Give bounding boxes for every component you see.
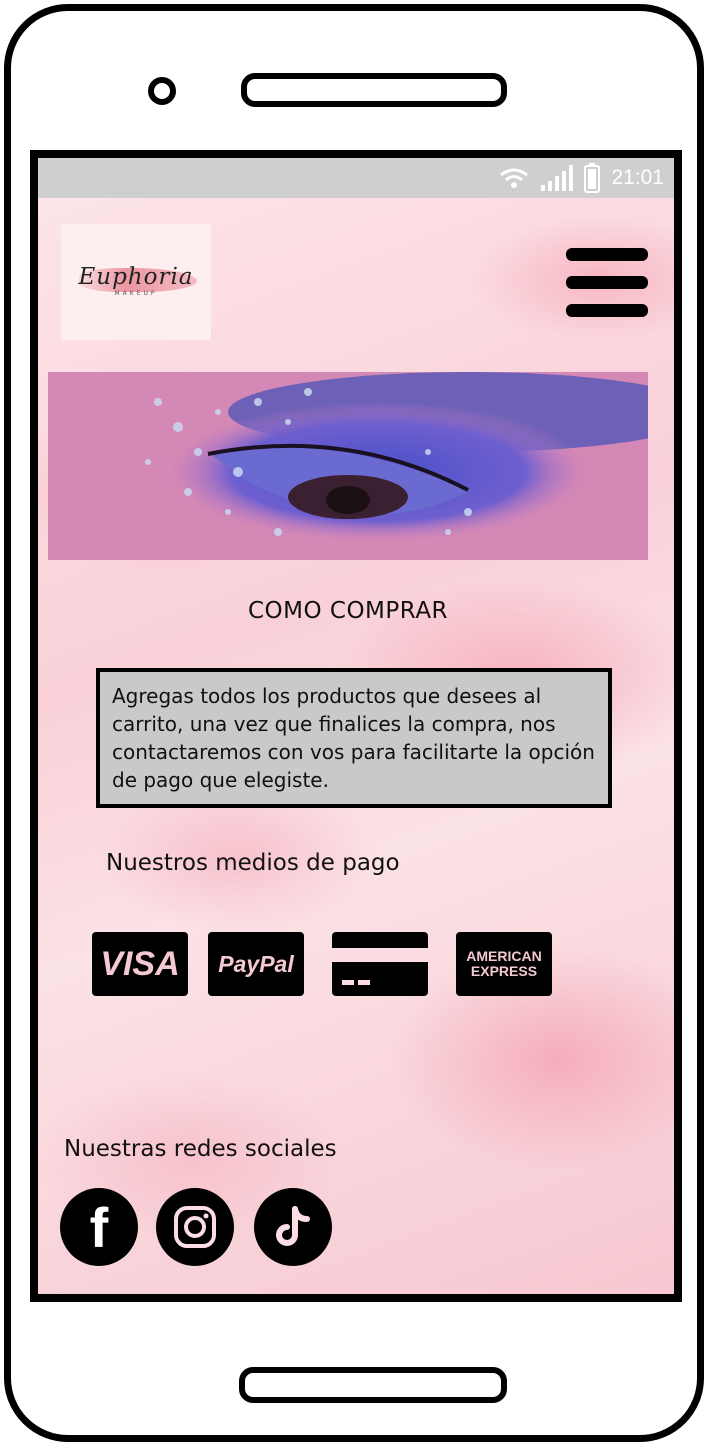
visa-icon: VISA (92, 932, 188, 996)
screen: 21:01 Euphoria MAKEUP COMO COMPRAR Agreg… (30, 150, 682, 1302)
speaker-grille (241, 73, 507, 107)
logo-text: Euphoria (78, 263, 194, 290)
brand-logo[interactable]: Euphoria MAKEUP (61, 224, 211, 340)
wifi-icon (499, 167, 529, 189)
logo-subtext: MAKEUP (114, 289, 158, 297)
amex-icon: AMERICAN EXPRESS (456, 932, 552, 996)
facebook-icon[interactable]: f (60, 1188, 138, 1266)
info-box: Agregas todos los productos que desees a… (96, 668, 612, 808)
status-time: 21:01 (611, 166, 664, 189)
credit-card-icon (332, 932, 428, 996)
payments-title: Nuestros medios de pago (106, 850, 400, 876)
battery-icon (583, 163, 601, 193)
status-bar: 21:01 (38, 158, 674, 198)
tiktok-icon[interactable] (254, 1188, 332, 1266)
camera-icon (148, 77, 176, 105)
hero-banner-image (48, 372, 648, 560)
home-button[interactable] (239, 1367, 507, 1403)
page-title: COMO COMPRAR (247, 598, 449, 624)
social-title: Nuestras redes sociales (64, 1136, 337, 1162)
paypal-icon: PayPal (208, 932, 304, 996)
signal-icon (539, 165, 574, 191)
instagram-icon[interactable] (156, 1188, 234, 1266)
hamburger-menu-icon[interactable] (566, 248, 648, 318)
